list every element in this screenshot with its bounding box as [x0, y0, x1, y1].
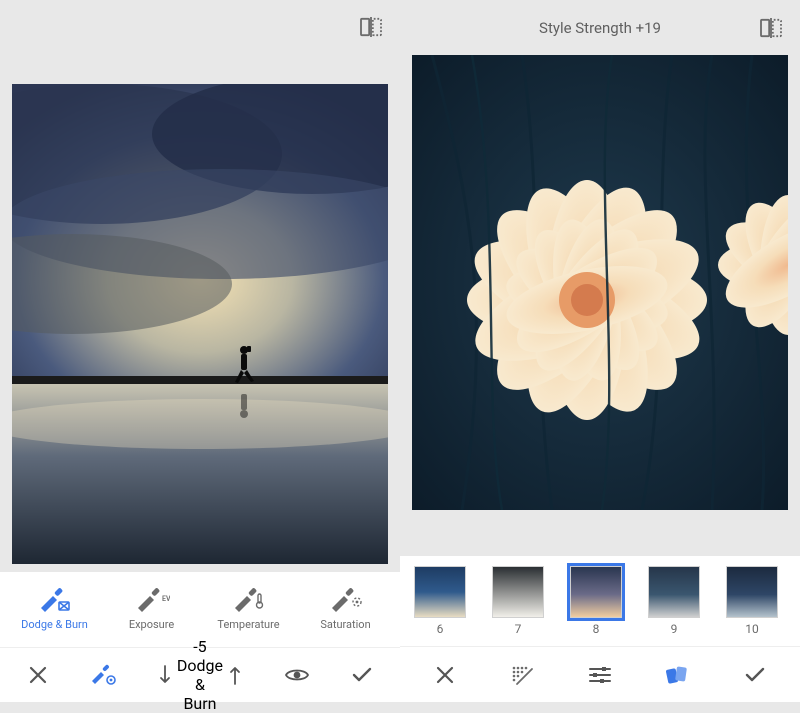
style-thumb — [726, 566, 778, 618]
style-item-9[interactable]: 9 — [646, 566, 702, 636]
brush-label: Exposure — [129, 618, 174, 631]
brush-toggle-button[interactable] — [76, 655, 130, 695]
compare-icon[interactable] — [760, 18, 782, 38]
close-button[interactable] — [418, 655, 472, 695]
eye-icon — [284, 666, 310, 684]
style-strip[interactable]: 6 7 8 9 10 — [400, 556, 800, 646]
style-number: 7 — [515, 622, 522, 636]
brush-label: Temperature — [217, 618, 279, 631]
arrow-down-icon — [159, 660, 171, 690]
styles-icon — [665, 665, 691, 685]
right-photo — [412, 55, 788, 510]
brush-label: Dodge & Burn — [21, 618, 88, 631]
adjustment-name: Dodge & Burn — [177, 656, 223, 713]
style-item-7[interactable]: 7 — [490, 566, 546, 636]
styles-button[interactable] — [651, 655, 705, 695]
style-thumb — [570, 566, 622, 618]
right-pane: Style Strength +19 — [400, 0, 800, 702]
mask-icon — [510, 664, 534, 686]
left-top-bar — [0, 0, 400, 54]
brush-exposure[interactable]: EV Exposure — [108, 588, 196, 631]
left-bottom-row: -5 Dodge & Burn — [0, 647, 400, 702]
adjustment-value: -5 — [177, 637, 223, 656]
close-button[interactable] — [11, 655, 65, 695]
style-item-10[interactable]: 10 — [724, 566, 780, 636]
brush-saturation[interactable]: Saturation — [302, 588, 390, 631]
check-icon — [351, 666, 373, 684]
right-image-area[interactable] — [400, 55, 800, 556]
view-button[interactable] — [270, 655, 324, 695]
adjustment-stepper[interactable]: -5 Dodge & Burn — [140, 655, 260, 695]
apply-button[interactable] — [728, 655, 782, 695]
style-number: 6 — [437, 622, 444, 636]
brush-icon — [37, 588, 73, 612]
style-number: 9 — [671, 622, 678, 636]
right-bottom-row — [400, 646, 800, 702]
style-item-6[interactable]: 6 — [412, 566, 468, 636]
brush-icon: EV — [134, 588, 170, 612]
apply-button[interactable] — [335, 655, 389, 695]
brush-row: Dodge & Burn EV Exposure Tem — [0, 572, 400, 647]
compare-icon[interactable] — [360, 17, 382, 37]
style-item-8[interactable]: 8 — [568, 566, 624, 636]
left-image-area[interactable] — [0, 54, 400, 572]
brush-icon — [231, 588, 267, 612]
close-icon — [28, 665, 48, 685]
close-icon — [435, 665, 455, 685]
right-top-bar: Style Strength +19 — [400, 0, 800, 55]
style-thumb — [648, 566, 700, 618]
brush-icon — [328, 588, 364, 612]
mask-button[interactable] — [495, 655, 549, 695]
style-thumb — [492, 566, 544, 618]
left-pane: Dodge & Burn EV Exposure Tem — [0, 0, 400, 702]
brush-temperature[interactable]: Temperature — [205, 588, 293, 631]
brush-label: Saturation — [320, 618, 370, 631]
style-thumb — [414, 566, 466, 618]
brush-dodge-burn[interactable]: Dodge & Burn — [11, 588, 99, 631]
arrow-up-icon — [229, 660, 241, 690]
brush-toggle-icon — [89, 664, 117, 686]
style-number: 10 — [745, 622, 759, 636]
svg-text:EV: EV — [162, 595, 170, 603]
style-number: 8 — [593, 622, 600, 636]
tune-button[interactable] — [573, 655, 627, 695]
tune-icon — [588, 665, 612, 685]
style-strength-label: Style Strength +19 — [539, 19, 661, 37]
left-photo — [12, 84, 388, 564]
check-icon — [744, 666, 766, 684]
